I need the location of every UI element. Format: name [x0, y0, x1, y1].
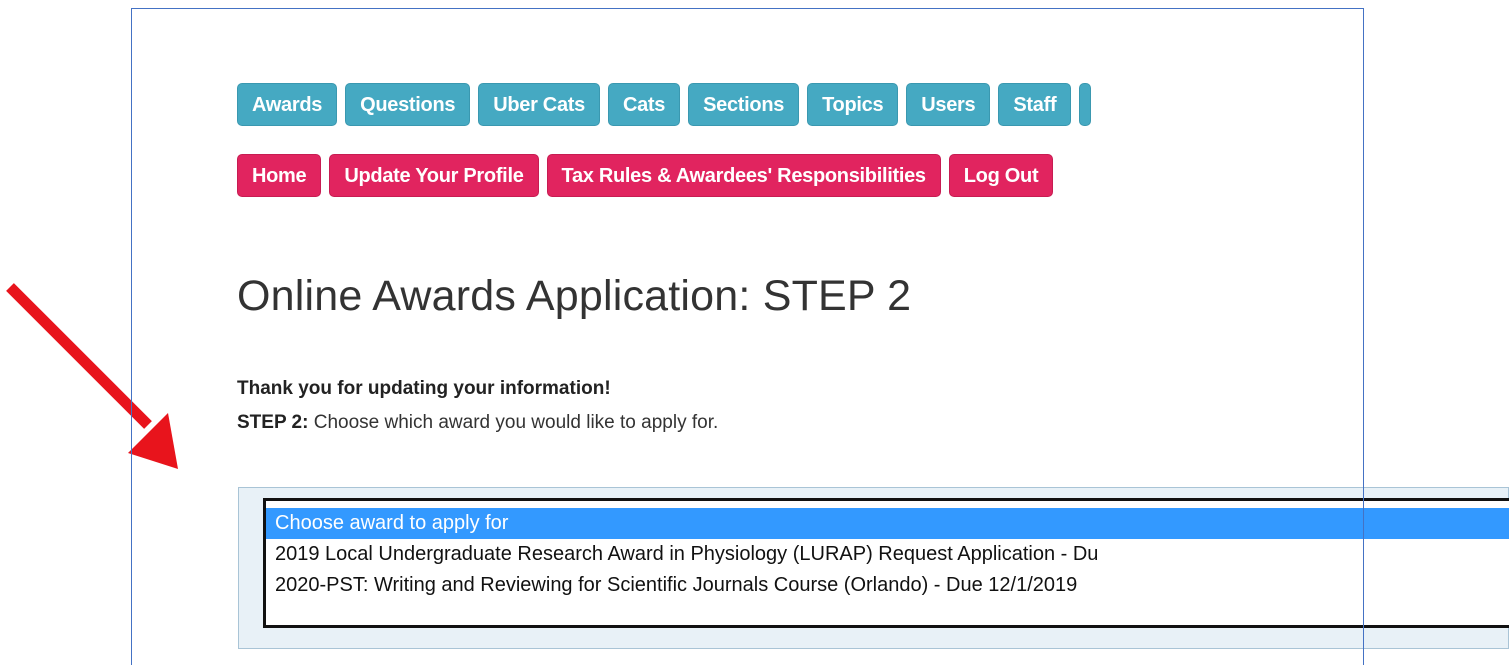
- nav-users-button[interactable]: Users: [906, 83, 991, 126]
- nav-home-button[interactable]: Home: [237, 154, 322, 197]
- screenshot-stage: Awards Questions Uber Cats Cats Sections…: [0, 0, 1509, 665]
- nav-log-out-button[interactable]: Log Out: [948, 154, 1054, 197]
- award-listbox[interactable]: Choose award to apply for 2019 Local Und…: [263, 498, 1509, 628]
- award-option-placeholder[interactable]: Choose award to apply for: [266, 508, 1509, 539]
- annotation-frame-left: [131, 8, 132, 665]
- award-option-pst-course[interactable]: 2020-PST: Writing and Reviewing for Scie…: [266, 570, 1509, 601]
- step-label: STEP 2:: [237, 412, 309, 433]
- nav-sections-button[interactable]: Sections: [688, 83, 800, 126]
- nav-cats-button[interactable]: Cats: [607, 83, 681, 126]
- annotation-arrow-icon: [6, 283, 178, 469]
- award-option-list: Choose award to apply for 2019 Local Und…: [266, 501, 1509, 601]
- nav-uber-cats-button[interactable]: Uber Cats: [478, 83, 600, 126]
- step-text: Choose which award you would like to app…: [308, 412, 719, 433]
- admin-nav: Awards Questions Uber Cats Cats Sections…: [237, 83, 1092, 126]
- nav-staff-button[interactable]: Staff: [998, 83, 1072, 126]
- user-nav: Home Update Your Profile Tax Rules & Awa…: [237, 154, 1054, 197]
- thank-you-message: Thank you for updating your information!: [237, 378, 611, 399]
- nav-update-profile-button[interactable]: Update Your Profile: [329, 154, 539, 197]
- award-option-lurap[interactable]: 2019 Local Undergraduate Research Award …: [266, 539, 1509, 570]
- page-title: Online Awards Application: STEP 2: [237, 272, 912, 320]
- nav-overflow-button[interactable]: [1079, 83, 1092, 126]
- step-instruction: STEP 2: Choose which award you would lik…: [237, 412, 718, 434]
- annotation-frame-right: [1363, 8, 1364, 665]
- nav-topics-button[interactable]: Topics: [807, 83, 899, 126]
- nav-awards-button[interactable]: Awards: [237, 83, 338, 126]
- annotation-frame-top: [131, 8, 1363, 9]
- nav-questions-button[interactable]: Questions: [345, 83, 471, 126]
- nav-tax-rules-button[interactable]: Tax Rules & Awardees' Responsibilities: [546, 154, 941, 197]
